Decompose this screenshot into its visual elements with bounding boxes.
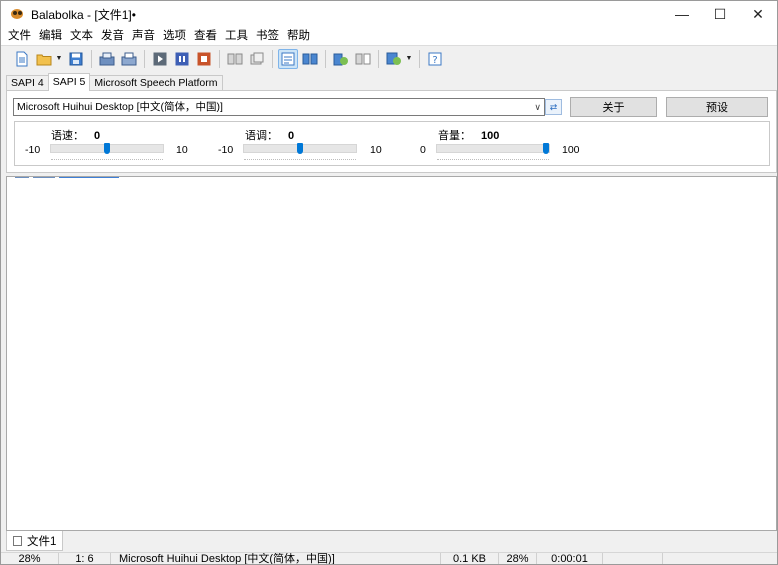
document-tabs: 文件1 — [6, 531, 64, 551]
toolbar-separator — [144, 49, 145, 68]
maximize-button[interactable]: ☐ — [701, 1, 739, 27]
volume-slider[interactable] — [436, 143, 550, 160]
status-progress: 28% — [499, 553, 537, 564]
rate-slider-thumb[interactable] — [104, 143, 110, 154]
clipboard-watch-icon[interactable] — [353, 49, 373, 69]
menu-voice[interactable]: 声音 — [128, 27, 159, 45]
tab-speech-platform[interactable]: Microsoft Speech Platform — [89, 75, 223, 91]
word-spell-icon[interactable] — [300, 49, 320, 69]
voice-select[interactable]: Microsoft Huihui Desktop [中文(简体，中国)] ∨ — [13, 98, 545, 116]
menu-bar: 文件 编辑 文本 发音 声音 选项 查看 工具 书签 帮助 — [1, 27, 777, 45]
status-position: 1: 6 — [59, 553, 111, 564]
status-time: 0:00:01 — [537, 553, 603, 564]
batch-convert-icon[interactable] — [247, 49, 267, 69]
volume-label: 音量： 100 — [438, 130, 500, 142]
open-dropdown-icon[interactable]: ▼ — [55, 55, 63, 62]
rate-slider[interactable] — [50, 143, 164, 160]
read-aloud-icon[interactable] — [97, 49, 117, 69]
status-size: 0.1 KB — [441, 553, 499, 564]
play-icon[interactable] — [150, 49, 170, 69]
rate-label: 语速： 0 — [51, 130, 101, 142]
menu-view[interactable]: 查看 — [190, 27, 221, 45]
document-tab[interactable]: 文件1 — [6, 531, 64, 551]
toolbar-separator — [419, 49, 420, 68]
pitch-slider-thumb[interactable] — [297, 143, 303, 154]
read-selection-icon[interactable] — [119, 49, 139, 69]
voice-dropdown-icon[interactable]: ▼ — [405, 55, 413, 62]
refresh-voices-button[interactable]: ⇄ — [545, 99, 562, 115]
menu-options[interactable]: 选项 — [159, 27, 190, 45]
pitch-label: 语调： 0 — [245, 130, 295, 142]
editor-cut-off-text — [15, 177, 145, 180]
new-file-icon[interactable] — [12, 49, 32, 69]
toolbar-separator — [378, 49, 379, 68]
pitch-value: 0 — [288, 130, 295, 142]
voice-settings-icon[interactable] — [384, 49, 404, 69]
app-window: Balabolka - [文件1]• — ☐ ✕ 文件 编辑 文本 发音 声音 … — [0, 0, 778, 565]
rate-value: 0 — [94, 130, 101, 142]
save-icon[interactable] — [66, 49, 86, 69]
volume-min: 0 — [420, 144, 426, 156]
menu-file[interactable]: 文件 — [4, 27, 35, 45]
rate-max: 10 — [176, 144, 188, 156]
menu-speech[interactable]: 发音 — [97, 27, 128, 45]
refresh-icon: ⇄ — [549, 101, 558, 112]
toolbar: ▼ ▼ ? — [1, 45, 777, 71]
volume-max: 100 — [562, 144, 580, 156]
help-icon[interactable]: ? — [425, 49, 445, 69]
toolbar-separator — [219, 49, 220, 68]
clipboard-read-icon[interactable] — [331, 49, 351, 69]
menu-help[interactable]: 帮助 — [283, 27, 314, 45]
pitch-max: 10 — [370, 144, 382, 156]
status-empty-2 — [663, 553, 777, 564]
preset-button[interactable]: 预设 — [666, 97, 768, 117]
volume-value: 100 — [481, 130, 500, 142]
status-zoom: 28% — [1, 553, 59, 564]
minimize-button[interactable]: — — [663, 1, 701, 27]
voice-params: 语速： 0 -10 10 语调： 0 -10 10 音量： 100 0 100 — [14, 121, 770, 166]
toolbar-separator — [91, 49, 92, 68]
stop-icon[interactable] — [194, 49, 214, 69]
dictionary-icon[interactable] — [278, 48, 298, 69]
toolbar-separator — [325, 49, 326, 68]
voice-panel: Microsoft Huihui Desktop [中文(简体，中国)] ∨ ⇄… — [6, 90, 777, 173]
open-folder-icon[interactable] — [34, 49, 54, 69]
menu-edit[interactable]: 编辑 — [35, 27, 66, 45]
svg-text:?: ? — [432, 55, 437, 66]
voice-select-value: Microsoft Huihui Desktop [中文(简体，中国)] — [17, 101, 223, 113]
volume-slider-thumb[interactable] — [543, 143, 549, 154]
toolbar-separator — [272, 49, 273, 68]
pause-icon[interactable] — [172, 49, 192, 69]
menu-bookmarks[interactable]: 书签 — [252, 27, 283, 45]
engine-tabs: SAPI 4 SAPI 5 Microsoft Speech Platform — [6, 73, 223, 91]
balabolka-logo-icon — [9, 8, 25, 20]
document-tab-label: 文件1 — [27, 535, 57, 548]
status-empty-1 — [603, 553, 663, 564]
menu-text[interactable]: 文本 — [66, 27, 97, 45]
document-icon — [13, 535, 22, 546]
rate-min: -10 — [25, 144, 41, 156]
split-file-icon[interactable] — [225, 49, 245, 69]
chevron-down-icon: ∨ — [534, 102, 541, 112]
text-editor[interactable] — [6, 176, 777, 531]
close-button[interactable]: ✕ — [739, 1, 777, 27]
tab-sapi5[interactable]: SAPI 5 — [47, 73, 91, 91]
pitch-slider[interactable] — [243, 143, 357, 160]
status-voice: Microsoft Huihui Desktop [中文(简体，中国)] — [111, 553, 441, 564]
title-bar: Balabolka - [文件1]• — ☐ ✕ — [1, 1, 777, 27]
window-title: Balabolka - [文件1]• — [31, 7, 136, 22]
pitch-min: -10 — [218, 144, 234, 156]
status-bar: 28% 1: 6 Microsoft Huihui Desktop [中文(简体… — [1, 552, 777, 564]
menu-tools[interactable]: 工具 — [221, 27, 252, 45]
about-button[interactable]: 关于 — [570, 97, 657, 117]
tab-sapi4[interactable]: SAPI 4 — [6, 75, 49, 91]
